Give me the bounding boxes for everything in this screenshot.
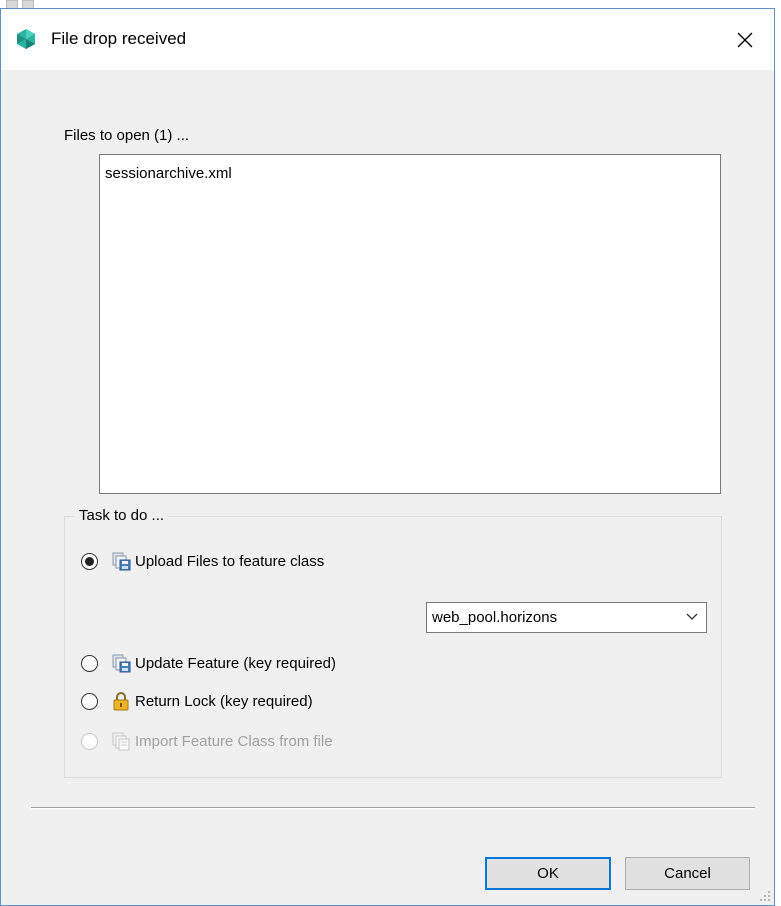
ok-button[interactable]: OK bbox=[485, 857, 611, 890]
title-bar[interactable]: File drop received bbox=[1, 9, 774, 70]
upload-files-label: Upload Files to feature class bbox=[135, 552, 325, 570]
lock-icon bbox=[113, 692, 129, 711]
upload-files-radio[interactable] bbox=[81, 552, 98, 570]
return-lock-label: Return Lock (key required) bbox=[135, 692, 313, 710]
dialog-content: Files to open (1) ... sessionarchive.xml… bbox=[1, 70, 774, 905]
resize-grip-icon[interactable] bbox=[759, 890, 771, 902]
option-return-lock[interactable]: Return Lock (key required) bbox=[81, 691, 313, 711]
option-upload-files[interactable]: Upload Files to feature class bbox=[81, 551, 324, 571]
task-group: Task to do ... Upload Files to feature c… bbox=[64, 507, 722, 778]
feature-class-select[interactable]: web_pool.horizons bbox=[426, 602, 707, 633]
import-feature-class-label: Import Feature Class from file bbox=[135, 732, 333, 750]
task-group-legend: Task to do ... bbox=[75, 507, 169, 524]
files-to-open-label: Files to open (1) ... bbox=[64, 127, 190, 144]
feature-class-value: web_pool.horizons bbox=[432, 609, 558, 626]
files-list[interactable]: sessionarchive.xml bbox=[99, 154, 721, 494]
import-feature-class-radio bbox=[81, 732, 98, 750]
update-feature-icon bbox=[112, 654, 131, 673]
close-button[interactable] bbox=[716, 9, 774, 70]
dialog-title: File drop received bbox=[51, 29, 187, 48]
return-lock-radio[interactable] bbox=[81, 692, 98, 710]
update-feature-radio[interactable] bbox=[81, 654, 98, 672]
option-import-feature-class: Import Feature Class from file bbox=[81, 731, 333, 751]
upload-files-icon bbox=[112, 552, 131, 571]
import-file-icon bbox=[112, 732, 130, 751]
file-list-item[interactable]: sessionarchive.xml bbox=[105, 165, 232, 182]
chevron-down-icon bbox=[686, 613, 698, 620]
app-gem-icon bbox=[17, 29, 35, 49]
update-feature-label: Update Feature (key required) bbox=[135, 654, 336, 672]
close-icon bbox=[737, 32, 753, 47]
cancel-button[interactable]: Cancel bbox=[625, 857, 750, 890]
file-drop-dialog: File drop received Files to open (1) ...… bbox=[0, 8, 775, 906]
button-separator bbox=[31, 807, 755, 809]
option-update-feature[interactable]: Update Feature (key required) bbox=[81, 653, 336, 673]
